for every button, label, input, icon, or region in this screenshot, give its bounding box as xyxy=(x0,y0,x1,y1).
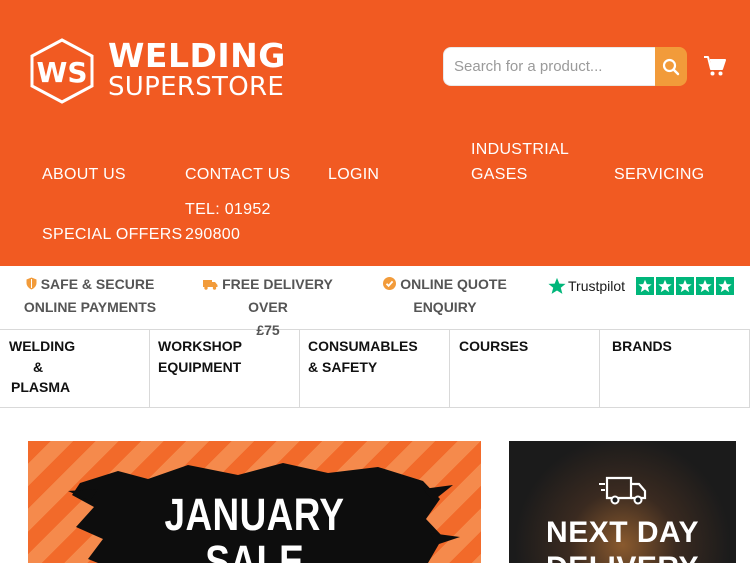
search-button[interactable] xyxy=(655,47,687,86)
category-courses[interactable]: COURSES xyxy=(450,330,600,407)
shopping-cart-icon[interactable] xyxy=(703,54,727,78)
delivery-van-icon xyxy=(599,476,647,505)
star-icon xyxy=(696,277,714,295)
trustpilot-stars xyxy=(636,277,734,295)
category-courses-label: COURSES xyxy=(459,338,529,354)
ws-logo-mark-icon: WS xyxy=(30,38,94,104)
nav-industrial-gases[interactable]: INDUSTRIAL GASES xyxy=(471,137,569,187)
nav-industrial-gases-line2: GASES xyxy=(471,166,528,183)
category-workshop-equipment[interactable]: WORKSHOP EQUIPMENT xyxy=(150,330,300,407)
nav-about-us[interactable]: ABOUT US xyxy=(42,162,126,187)
trustpilot-rating[interactable]: Trustpilot xyxy=(548,277,738,299)
trustpilot-star-icon xyxy=(548,277,566,294)
nav-contact-us[interactable]: CONTACT US xyxy=(185,162,291,187)
usp-secure-payments: SAFE & SECURE ONLINE PAYMENTS xyxy=(20,273,160,319)
category-workshop-line2: EQUIPMENT xyxy=(158,359,242,375)
search-bar xyxy=(443,47,687,86)
category-brands[interactable]: BRANDS xyxy=(600,330,750,407)
logo-subtitle: SUPERSTORE xyxy=(108,72,285,102)
star-icon xyxy=(656,277,674,295)
search-icon xyxy=(662,58,680,75)
category-welding-line1: WELDING xyxy=(9,338,76,354)
star-icon xyxy=(716,277,734,295)
svg-text:WS: WS xyxy=(36,56,87,89)
category-consumables-line2: & SAFETY xyxy=(308,359,378,375)
banner-sale-subtitle: SALE xyxy=(205,536,304,563)
star-icon xyxy=(676,277,694,295)
category-consumables-safety[interactable]: CONSUMABLES & SAFETY xyxy=(300,330,450,407)
check-circle-icon xyxy=(383,277,397,290)
category-menu: WELDING & PLASMA WORKSHOP EQUIPMENT CONS… xyxy=(0,330,750,408)
category-consumables-line1: CONSUMABLES xyxy=(308,338,418,354)
search-input[interactable] xyxy=(443,47,655,86)
delivery-truck-icon xyxy=(203,280,218,290)
next-day-delivery-banner[interactable]: NEXT DAY DELIVERY xyxy=(509,441,736,563)
nav-industrial-gases-line1: INDUSTRIAL xyxy=(471,141,570,158)
january-sale-banner[interactable]: JANUARY SALE xyxy=(28,441,481,563)
category-brands-label: BRANDS xyxy=(612,338,672,354)
usp-secure-line2: ONLINE PAYMENTS xyxy=(23,299,157,315)
usp-quote-line1: ONLINE QUOTE xyxy=(400,276,507,292)
site-logo[interactable]: WS WELDING SUPERSTORE xyxy=(28,36,298,104)
category-workshop-line1: WORKSHOP xyxy=(158,338,242,354)
telephone-line2: 290800 xyxy=(185,226,241,243)
nav-special-offers[interactable]: SPECIAL OFFERS xyxy=(42,222,183,247)
category-welding-line2: & xyxy=(33,359,44,375)
usp-secure-line1: SAFE & SECURE xyxy=(40,276,155,292)
banner-delivery-title: NEXT DAY xyxy=(546,516,699,549)
shield-icon xyxy=(26,277,37,290)
banner-sale-title: JANUARY xyxy=(164,489,345,540)
nav-servicing[interactable]: SERVICING xyxy=(614,162,704,187)
trustpilot-name: Trustpilot xyxy=(568,278,626,294)
logo-title: WELDING xyxy=(108,36,286,75)
site-header: WS WELDING SUPERSTORE ABOUT US CONTACT U… xyxy=(0,0,750,266)
usp-delivery-line1: FREE DELIVERY OVER xyxy=(222,276,333,315)
usp-quote-line2: ENQUIRY xyxy=(413,299,477,315)
usp-online-quote[interactable]: ONLINE QUOTE ENQUIRY xyxy=(380,273,510,319)
nav-telephone[interactable]: TEL: 01952 290800 xyxy=(185,197,271,247)
telephone-line1: TEL: 01952 xyxy=(185,201,271,218)
nav-login[interactable]: LOGIN xyxy=(328,162,379,187)
category-welding-line3: PLASMA xyxy=(11,379,71,395)
banner-delivery-subtitle: DELIVERY xyxy=(509,551,736,563)
star-icon xyxy=(636,277,654,295)
category-welding-plasma[interactable]: WELDING & PLASMA xyxy=(0,330,150,407)
